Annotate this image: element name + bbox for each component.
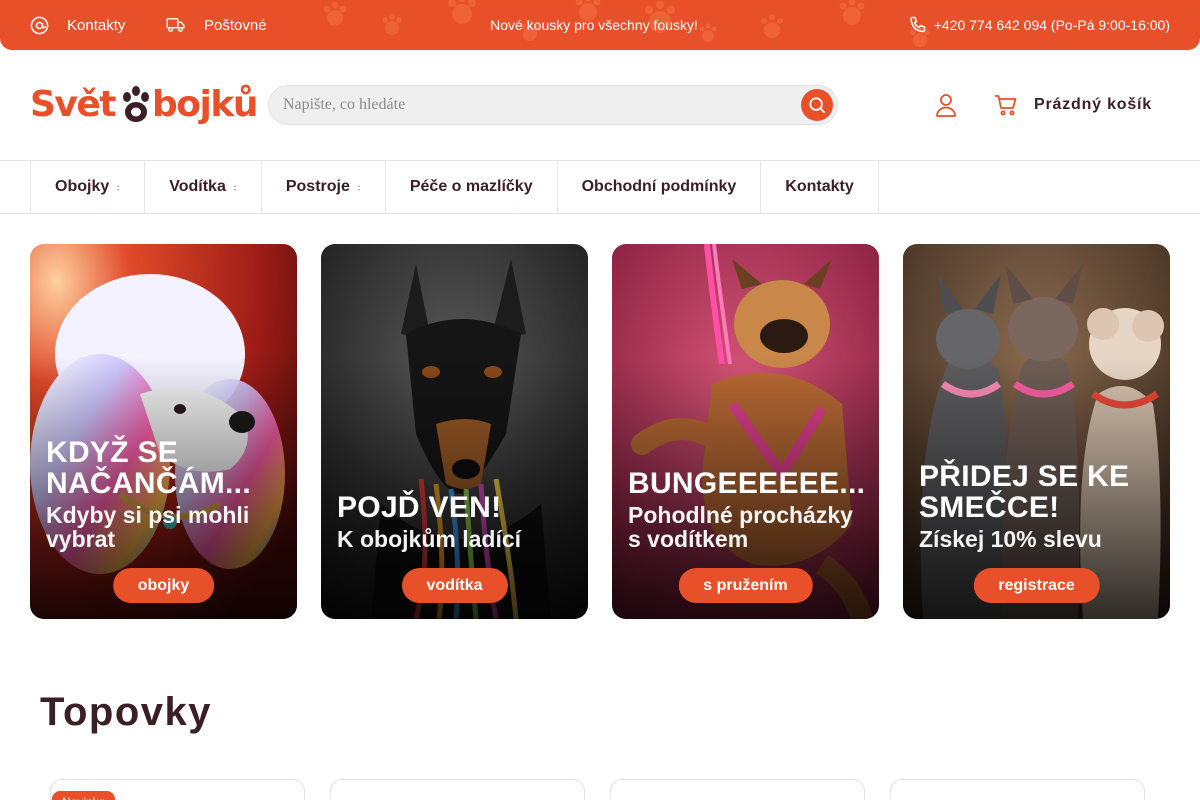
banner-title: KDYŽ SE NAČANČÁM...: [46, 436, 251, 500]
nav-item-label: Obchodní podmínky: [581, 178, 737, 195]
banner-cta-button[interactable]: obojky: [112, 568, 215, 603]
section-title: Topovky: [40, 690, 213, 734]
product-card[interactable]: Novinka: [50, 779, 305, 800]
site-header: Svět bojků Napište, co hledáte Prázdný k…: [0, 50, 1200, 160]
product-card[interactable]: [610, 779, 865, 800]
search-button[interactable]: [801, 89, 833, 121]
nav-item-obchodni-podminky[interactable]: Obchodní podmínky: [558, 161, 762, 213]
nav-item-label: Vodítka: [169, 178, 226, 195]
top-bar: Kontakty Poštovné Nové kousky pro všechn…: [0, 0, 1200, 50]
banner-cta-button[interactable]: vodítka: [401, 568, 508, 603]
sort-caret-icon: [233, 185, 237, 191]
cart-label: Prázdný košík: [1034, 96, 1153, 113]
banner-subtitle: K obojkům ladící: [337, 526, 522, 552]
cart-icon: [994, 95, 1017, 116]
sort-caret-icon: [117, 185, 120, 191]
paw-icon: [121, 82, 151, 126]
logo-text-left: Svět: [30, 83, 117, 125]
account-button[interactable]: [934, 92, 958, 118]
site-logo[interactable]: Svět bojků: [30, 82, 258, 126]
promo-banner-bungee[interactable]: BUNGEEEEEE... Pohodlné procházky s vodít…: [612, 244, 879, 619]
promo-banner-collars[interactable]: KDYŽ SE NAČANČÁM... Kdyby si psi mohli v…: [30, 244, 297, 619]
product-card[interactable]: [890, 779, 1145, 800]
nav-item-voditka[interactable]: Vodítka: [145, 161, 262, 213]
banner-text: KDYŽ SE NAČANČÁM... Kdyby si psi mohli v…: [46, 437, 287, 551]
banner-cta-button[interactable]: s pružením: [678, 568, 813, 603]
nav-item-label: Péče o mazlíčky: [409, 178, 533, 195]
sort-caret-icon: [357, 185, 361, 191]
phone-icon: [909, 16, 925, 33]
nav-item-label: Obojky: [55, 178, 110, 195]
banner-text: POJĎ VEN! K obojkům ladící: [337, 492, 578, 551]
nav-item-label: Postroje: [285, 178, 350, 195]
banner-subtitle: Kdyby si psi mohli vybrat: [46, 502, 250, 552]
nav-item-label: Kontakty: [785, 178, 854, 195]
banner-title: PŘIDEJ SE KE SMEČCE!: [919, 460, 1130, 524]
user-icon: [936, 94, 956, 117]
banner-text: BUNGEEEEEE... Pohodlné procházky s vodít…: [628, 468, 869, 551]
banner-subtitle: Získej 10% slevu: [919, 526, 1102, 552]
topbar-phone-link[interactable]: +420 774 642 094 (Po-Pá 9:00-16:00): [908, 0, 1170, 50]
search-icon: [809, 97, 826, 114]
promo-banner-leashes[interactable]: POJĎ VEN! K obojkům ladící vodítka: [321, 244, 588, 619]
banner-text: PŘIDEJ SE KE SMEČCE! Získej 10% slevu: [919, 461, 1160, 551]
logo-text-right: bojků: [152, 83, 258, 125]
nav-item-postroje[interactable]: Postroje: [262, 161, 386, 213]
banner-subtitle: Pohodlné procházky s vodítkem: [628, 502, 853, 552]
new-badge: Novinka: [52, 791, 116, 800]
nav-item-obojky[interactable]: Obojky: [31, 161, 146, 213]
banner-cta-button[interactable]: registrace: [973, 568, 1100, 603]
product-card[interactable]: [330, 779, 585, 800]
cart-button[interactable]: Prázdný košík: [994, 90, 1152, 120]
banner-title: BUNGEEEEEE...: [628, 467, 866, 500]
topbar-phone-number: +420 774 642 094 (Po-Pá 9:00-16:00): [933, 17, 1170, 33]
search-bar: [268, 85, 838, 125]
main-nav: Obojky Vodítka Postroje Péče o mazlíčky …: [0, 160, 1200, 214]
search-input[interactable]: [283, 86, 803, 124]
nav-item-kontakty[interactable]: Kontakty: [761, 161, 879, 213]
promo-banner-registration[interactable]: PŘIDEJ SE KE SMEČCE! Získej 10% slevu re…: [903, 244, 1170, 619]
nav-item-pece[interactable]: Péče o mazlíčky: [386, 161, 558, 213]
banner-title: POJĎ VEN!: [337, 491, 502, 524]
